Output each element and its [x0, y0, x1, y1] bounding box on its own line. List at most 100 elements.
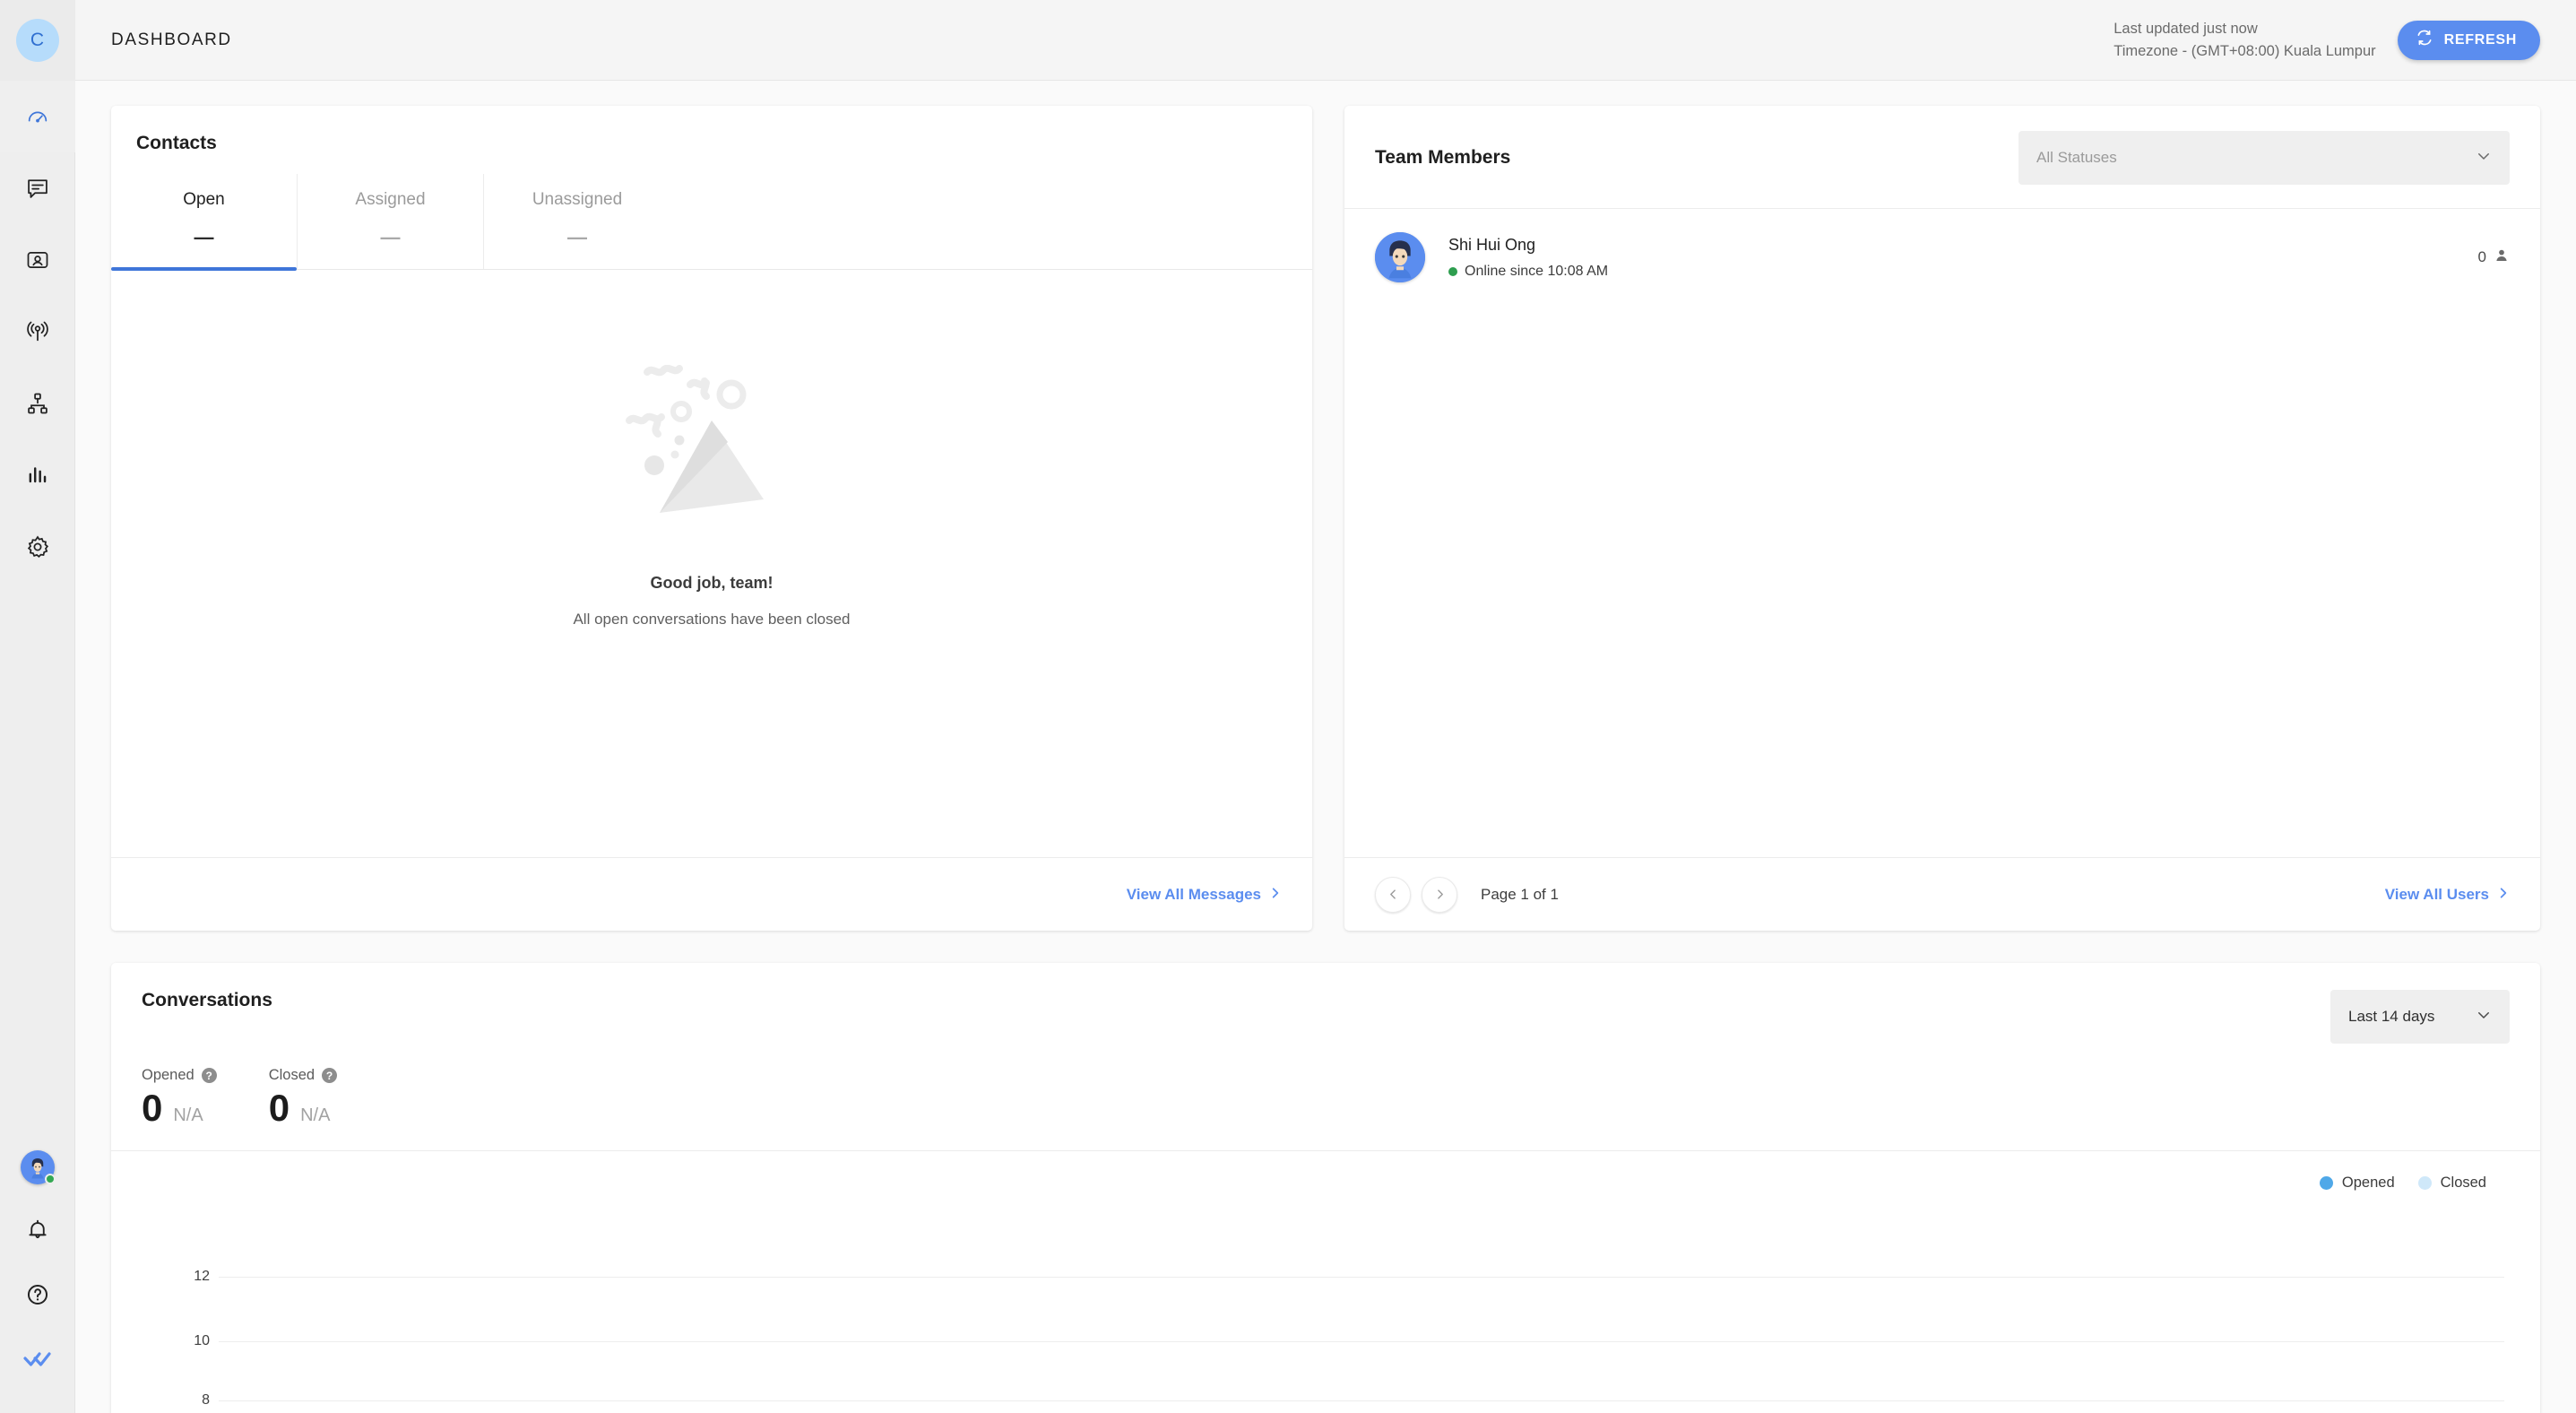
team-title: Team Members [1375, 147, 1511, 168]
contacts-title: Contacts [136, 133, 217, 153]
date-range-select[interactable]: Last 14 days [2330, 990, 2510, 1044]
sidebar-item-profile[interactable] [0, 1135, 75, 1200]
tab-unassigned-value: — [567, 226, 587, 248]
dashboard-content: Contacts Open — Assigned — Unassigned — … [75, 81, 2576, 1413]
contacts-card: Contacts Open — Assigned — Unassigned — … [111, 106, 1312, 931]
tab-assigned[interactable]: Assigned — [298, 174, 484, 269]
contacts-card-footer: View All Messages [111, 857, 1312, 931]
app-root: C DASHBOARD Last updated just now Timezo… [0, 0, 2576, 1413]
team-card-header: Team Members All Statuses [1344, 106, 2540, 185]
team-card-footer: Page 1 of 1 View All Users [1344, 857, 2540, 931]
refresh-button[interactable]: REFRESH [2397, 20, 2540, 60]
party-popper-icon [622, 364, 801, 540]
stat-opened-value-row: 0 N/A [142, 1089, 217, 1127]
sidebar-item-contacts[interactable] [0, 224, 75, 296]
sidebar-item-broadcasts[interactable] [0, 296, 75, 368]
help-icon[interactable]: ? [201, 1068, 217, 1083]
stat-closed: Closed ? 0 N/A [268, 1067, 338, 1129]
tab-assigned-value: — [380, 226, 401, 248]
workspace-logo[interactable]: C [0, 0, 75, 81]
prev-page-button[interactable] [1375, 876, 1411, 913]
team-member-name: Shi Hui Ong [1448, 235, 1536, 254]
tab-assigned-label: Assigned [355, 190, 426, 209]
sidebar-item-workflows[interactable] [0, 368, 75, 439]
stat-opened-delta: N/A [173, 1105, 203, 1125]
view-all-messages-label: View All Messages [1126, 885, 1261, 903]
conversations-title: Conversations [142, 990, 272, 1010]
topbar: DASHBOARD Last updated just now Timezone… [75, 0, 2576, 81]
team-members-card: Team Members All Statuses Shi Hui Ong On… [1344, 106, 2540, 931]
top-cards-row: Contacts Open — Assigned — Unassigned — … [111, 106, 2540, 931]
legend-label-opened: Opened [2341, 1175, 2395, 1191]
tab-unassigned[interactable]: Unassigned — [484, 174, 670, 269]
gridline [219, 1277, 2504, 1278]
chart-legend: Opened Closed [2319, 1175, 2486, 1192]
status-filter-select[interactable]: All Statuses [2018, 131, 2510, 185]
y-axis-tick: 10 [194, 1333, 210, 1348]
person-icon [2494, 247, 2510, 268]
timezone-text: Timezone - (GMT+08:00) Kuala Lumpur [2114, 42, 2376, 59]
legend-dot-opened [2319, 1176, 2333, 1190]
tab-unassigned-label: Unassigned [532, 190, 623, 209]
question-circle-icon [25, 1282, 50, 1312]
team-member-status: Online since 10:08 AM [1448, 264, 1608, 280]
stat-closed-label-row: Closed ? [268, 1067, 338, 1084]
sidebar-nav [0, 81, 75, 583]
gridline [219, 1341, 2504, 1342]
online-status-dot [45, 1174, 56, 1184]
chevron-down-icon [2476, 1007, 2492, 1027]
bell-icon [25, 1218, 50, 1247]
sidebar-item-reports[interactable] [0, 439, 75, 511]
view-all-users-link[interactable]: View All Users [2385, 886, 2510, 904]
y-axis-tick: 12 [194, 1269, 210, 1284]
user-avatar-icon [21, 1150, 56, 1184]
sidebar-item-notifications[interactable] [0, 1200, 75, 1264]
team-member-count-value: 0 [2477, 248, 2486, 265]
sidebar: C [0, 0, 75, 1413]
last-updated-block: Last updated just now Timezone - (GMT+08… [2114, 18, 2375, 63]
sidebar-item-messages[interactable] [0, 152, 75, 224]
tab-open[interactable]: Open — [111, 174, 298, 271]
next-page-button[interactable] [1422, 876, 1457, 913]
date-range-value: Last 14 days [2348, 1008, 2435, 1025]
team-member-info: Shi Hui Ong Online since 10:08 AM [1448, 236, 1608, 280]
stat-closed-value: 0 [268, 1087, 290, 1129]
gear-icon [25, 534, 50, 559]
view-all-messages-link[interactable]: View All Messages [1127, 886, 1282, 904]
y-axis-tick: 8 [202, 1392, 210, 1408]
topbar-right: Last updated just now Timezone - (GMT+08… [2114, 18, 2540, 63]
sidebar-item-settings[interactable] [0, 511, 75, 583]
legend-item-opened[interactable]: Opened [2319, 1175, 2395, 1192]
conversations-chart: Opened Closed 12 10 8 [111, 1150, 2540, 1413]
empty-subtitle: All open conversations have been closed [573, 610, 851, 628]
bar-chart-icon [25, 463, 50, 488]
chevron-down-icon [2476, 148, 2492, 169]
legend-item-closed[interactable]: Closed [2417, 1175, 2486, 1192]
chevron-right-icon [1269, 886, 1282, 904]
legend-label-closed: Closed [2440, 1175, 2486, 1191]
legend-dot-closed [2417, 1176, 2432, 1190]
page-indicator: Page 1 of 1 [1481, 885, 1559, 903]
help-icon[interactable]: ? [322, 1068, 338, 1083]
chevron-right-icon [2497, 886, 2510, 904]
gridline [219, 1400, 2504, 1401]
stat-closed-label: Closed [268, 1067, 316, 1083]
sidebar-item-brand[interactable] [0, 1329, 75, 1393]
team-member-row[interactable]: Shi Hui Ong Online since 10:08 AM 0 [1375, 209, 2510, 306]
team-member-count: 0 [2478, 247, 2510, 268]
refresh-icon [2416, 29, 2433, 51]
stat-opened: Opened ? 0 N/A [142, 1067, 217, 1127]
sidebar-item-dashboard[interactable] [0, 81, 75, 152]
last-updated-text: Last updated just now [2114, 20, 2258, 37]
tab-open-label: Open [183, 190, 225, 209]
chat-bubble-icon [25, 176, 50, 201]
page-title: DASHBOARD [111, 30, 232, 49]
double-check-icon [22, 1347, 53, 1376]
contact-card-icon [25, 247, 50, 273]
chart-plot-area: 12 10 8 [111, 1210, 2540, 1413]
contacts-tabs: Open — Assigned — Unassigned — [111, 174, 1312, 271]
team-members-list: Shi Hui Ong Online since 10:08 AM 0 [1344, 209, 2540, 857]
conversations-card: Conversations Last 14 days Opened ? 0 N/… [111, 963, 2540, 1413]
sidebar-item-help[interactable] [0, 1264, 75, 1329]
empty-title: Good job, team! [650, 573, 774, 592]
